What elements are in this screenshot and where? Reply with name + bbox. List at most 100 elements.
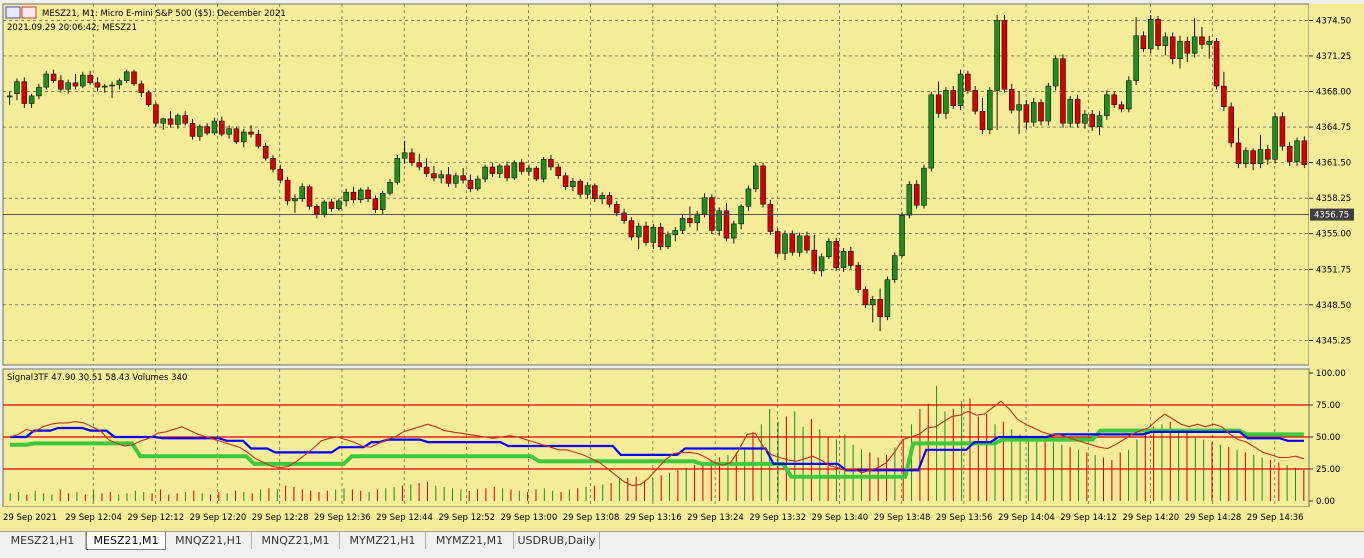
tab-mesz21-m1[interactable]: MESZ21,M1 (86, 532, 166, 550)
candle (189, 122, 196, 137)
time-label: 29 Sep 14:04 (998, 513, 1055, 523)
candle (65, 82, 71, 90)
candle (175, 115, 181, 125)
price-panel-bg (2, 3, 1310, 366)
candle (58, 80, 64, 90)
candle (153, 104, 159, 124)
candle (913, 184, 920, 206)
price-scale-bg (1309, 4, 1364, 507)
candle (50, 73, 57, 81)
time-label: 29 Sep 13:16 (625, 513, 682, 523)
time-label: 29 Sep 12:12 (127, 513, 184, 523)
candle (197, 126, 203, 137)
candle (870, 299, 876, 306)
candle (255, 133, 262, 147)
time-label: 29 Sep 12:44 (376, 513, 433, 523)
candle (328, 201, 335, 209)
candle (526, 167, 532, 172)
time-label: 29 Sep 12:36 (314, 513, 371, 523)
tab-usdrub-daily[interactable]: USDRUB,Daily (514, 532, 600, 549)
time-label: 29 Sep 12:28 (252, 513, 309, 523)
candle (635, 225, 642, 238)
candle (599, 195, 605, 199)
candle (504, 165, 510, 179)
candle (219, 120, 225, 135)
indicator-panel[interactable]: 100.00 75.00 50.00 25.00 0.00 (2, 368, 1346, 508)
tab-mesz21-h1[interactable]: MESZ21,H1 (0, 532, 86, 549)
candle (1030, 102, 1037, 123)
candle (592, 185, 598, 199)
candle (336, 200, 342, 209)
candle (1104, 94, 1110, 116)
time-label: 29 Sep 14:12 (1060, 513, 1117, 523)
candle (431, 173, 437, 179)
candle (760, 165, 766, 205)
time-label: 29 Sep 2021 (3, 513, 57, 523)
candle (1191, 36, 1198, 54)
candle (284, 179, 291, 202)
tab-mymz21-m1[interactable]: MYMZ21,M1 (426, 532, 514, 549)
candle (891, 255, 898, 280)
candle (796, 235, 803, 253)
candle (1074, 98, 1081, 124)
candle (679, 218, 686, 231)
time-label: 29 Sep 13:00 (501, 513, 558, 523)
price-label: 4355.00 (1316, 230, 1351, 240)
candle (379, 193, 386, 210)
candle (131, 71, 137, 85)
candle (1221, 85, 1227, 108)
candle (467, 179, 474, 190)
candle (687, 218, 693, 224)
time-label: 29 Sep 14:36 (1247, 513, 1304, 523)
price-label: 4364.75 (1316, 123, 1351, 133)
candle (752, 165, 759, 190)
candle (1060, 58, 1066, 124)
candle (21, 81, 28, 104)
candle (101, 85, 108, 88)
candle (957, 73, 964, 106)
candle (840, 250, 847, 268)
candle (1082, 114, 1088, 124)
candle (270, 157, 276, 170)
candle (767, 203, 774, 232)
candle (935, 94, 942, 114)
candle (899, 214, 905, 256)
candle (738, 206, 744, 225)
candle (401, 152, 408, 159)
chart-tab-bar: MESZ21,H1 MESZ21,M1 MNQZ21,H1 MNQZ21,M1 MYMZ… (0, 531, 1364, 558)
candle (965, 73, 971, 91)
price-label: 4348.50 (1316, 301, 1351, 311)
candle (1169, 36, 1176, 59)
candle (43, 73, 49, 88)
candle (1155, 19, 1161, 46)
time-label: 29 Sep 13:56 (936, 513, 993, 523)
candle (240, 131, 247, 143)
candle (416, 162, 423, 168)
candle (1199, 36, 1205, 45)
candle (1265, 149, 1271, 160)
chart-window-icon (5, 6, 21, 19)
candle (855, 265, 861, 290)
candle (314, 206, 320, 215)
candle (204, 126, 210, 134)
candle (482, 166, 488, 180)
candle (1243, 150, 1249, 164)
tab-mnqz21-m1[interactable]: MNQZ21,M1 (252, 532, 340, 549)
candle (665, 234, 671, 248)
candle (1294, 140, 1300, 162)
tab-mymz21-h1[interactable]: MYMZ21,H1 (340, 532, 426, 549)
candle (1206, 40, 1213, 45)
time-label: 29 Sep 13:40 (811, 513, 868, 523)
chart-area[interactable]: 4374.50 4371.25 4368.00 4364.75 4361.50 4358.… (0, 0, 1364, 531)
candle (365, 189, 371, 199)
candle (6, 95, 13, 98)
candle (145, 92, 152, 105)
candle (1118, 104, 1125, 110)
candle (160, 118, 167, 124)
candle (182, 115, 188, 124)
tab-mnqz21-h1[interactable]: MNQZ21,H1 (166, 532, 252, 549)
candle (518, 162, 525, 172)
candle (987, 90, 993, 131)
candle (116, 80, 123, 86)
time-label: 29 Sep 14:20 (1122, 513, 1179, 523)
